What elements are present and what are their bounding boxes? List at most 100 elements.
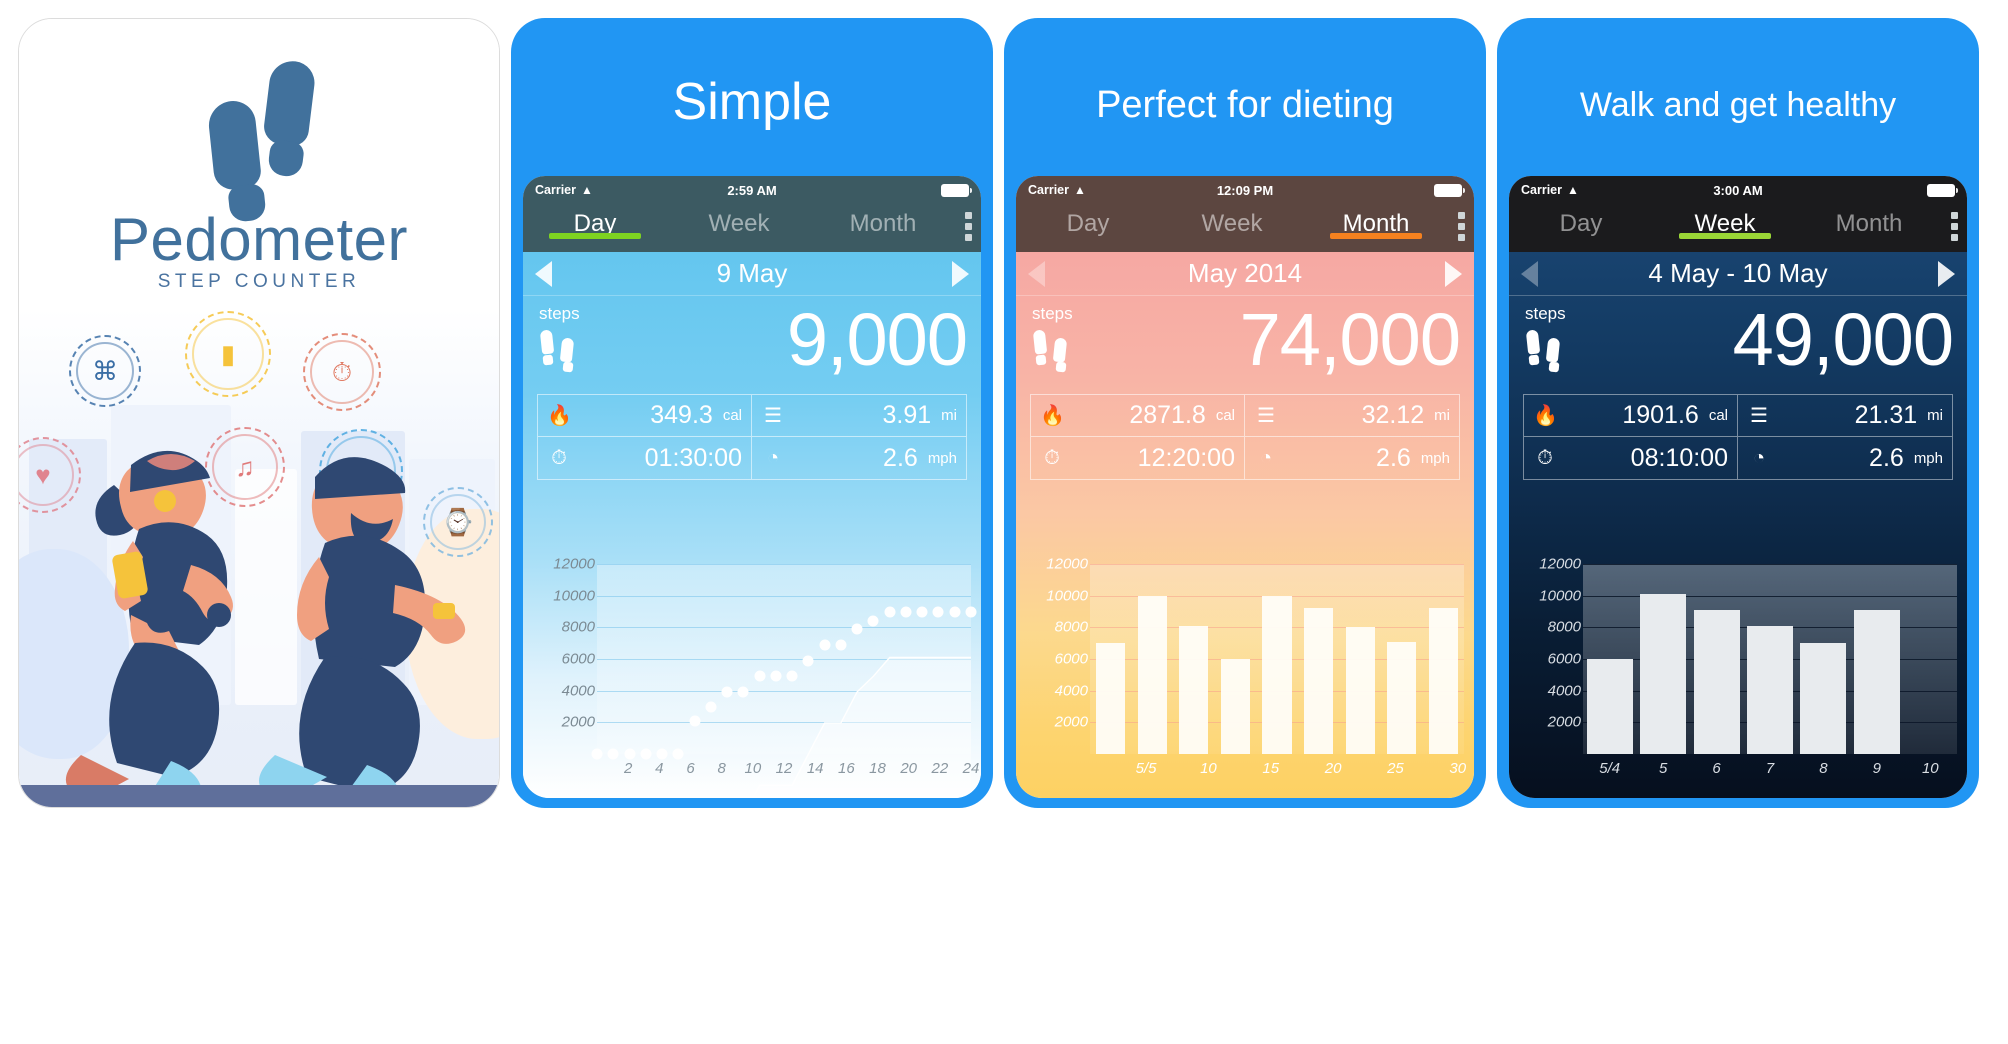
tab-day[interactable]: Day <box>1016 204 1160 238</box>
carrier-label: Carrier <box>535 183 576 197</box>
chart-bar <box>1345 627 1375 754</box>
right-arrow-icon[interactable] <box>952 260 969 287</box>
screen-body: 4 May - 10 May steps 49,000 🔥 1901.6 cal ☰ 21.3… <box>1509 252 1967 798</box>
tab-month[interactable]: Month <box>1304 204 1448 239</box>
chart-bar <box>1304 608 1334 754</box>
footprint-part <box>1052 337 1068 363</box>
step-count-value: 49,000 <box>1732 298 1954 381</box>
ruler-icon: ☰ <box>1750 405 1768 427</box>
x-tick-label: 12 <box>775 760 793 777</box>
y-tick-label: 12000 <box>1539 555 1581 573</box>
date-navigator: 9 May <box>523 252 981 296</box>
chart-data-point <box>884 606 896 617</box>
footprints-icon <box>1032 326 1076 373</box>
metric-flame: 🔥 349.3 cal <box>538 395 752 437</box>
chart-bar <box>1096 643 1126 754</box>
y-tick-label: 10000 <box>1539 587 1581 605</box>
kebab-dot <box>1458 234 1465 241</box>
wifi-icon: ▲ <box>1074 183 1086 197</box>
chart-x-axis: 5/4 5 6 7 8 9 10 <box>1583 760 1957 780</box>
chart-bar <box>1800 643 1847 754</box>
screen-body: May 2014 steps 74,000 🔥 2871.8 cal ☰ 32.12 mi ⏱ 12… <box>1016 252 1474 798</box>
panel-headline: Perfect for dieting <box>1096 84 1394 126</box>
steps-chart: 2000 4000 6000 8000 10000 12000 2 4 6 8 10 12 14 16 18… <box>523 556 981 798</box>
kebab-dot <box>1458 212 1465 219</box>
chart-bar <box>1747 625 1793 754</box>
tab-day[interactable]: Day <box>1509 204 1653 238</box>
app-icon-hero-panel: PedometerSTEP COUNTER ⌘▮⏱♥♫◢⌚ <box>18 18 500 808</box>
chart-gridline <box>1583 564 1957 565</box>
y-tick-label: 6000 <box>1054 650 1088 668</box>
kebab-menu-icon[interactable] <box>1458 212 1465 241</box>
metric-speedometer: ◔ 2.6 mph <box>752 437 966 479</box>
metric-value: 349.3 <box>650 401 713 429</box>
kebab-dot <box>1951 223 1958 230</box>
left-arrow-icon[interactable] <box>535 260 552 287</box>
tab-month[interactable]: Month <box>1797 204 1941 238</box>
step-summary: steps 74,000 <box>1016 296 1474 394</box>
x-tick-label: 5 <box>1658 760 1668 777</box>
chart-x-axis: 2 4 6 8 10 12 14 16 18 20 22 24 <box>597 760 979 780</box>
speedometer-icon: ◔ <box>1752 446 1766 469</box>
footprint-part <box>1548 361 1560 373</box>
metric-value: 08:10:00 <box>1630 443 1728 472</box>
left-arrow-icon[interactable] <box>1028 260 1045 287</box>
x-tick-label: 8 <box>717 760 726 777</box>
tab-label: Week <box>708 210 770 237</box>
footprint-part <box>262 58 317 148</box>
tab-label: Week <box>1201 210 1263 237</box>
y-tick-label: 2000 <box>1547 713 1581 731</box>
y-tick-label: 8000 <box>561 618 595 636</box>
panel-headline: Simple <box>672 73 832 131</box>
chart-x-axis: 5/5 10 15 20 25 30 <box>1090 760 1466 780</box>
tab-label: Month <box>849 210 917 237</box>
chart-data-point <box>721 686 733 698</box>
chart-data-point <box>640 748 652 760</box>
x-tick-label: 8 <box>1819 760 1828 777</box>
chart-bar <box>1262 595 1292 754</box>
chart-data-point <box>949 606 961 617</box>
chart-data-point <box>754 670 766 682</box>
chart-plot-area <box>1583 564 1957 754</box>
x-tick-label: 5/5 <box>1135 760 1157 777</box>
footprint-part <box>562 361 574 373</box>
chart-y-axis: 2000 4000 6000 8000 10000 12000 <box>529 556 595 754</box>
right-arrow-icon[interactable] <box>1938 260 1955 287</box>
tab-week[interactable]: Week <box>667 204 811 238</box>
x-tick-label: 20 <box>1324 760 1342 777</box>
chart-plot-area <box>1090 564 1464 754</box>
left-arrow-icon[interactable] <box>1521 260 1538 287</box>
hero-inner: PedometerSTEP COUNTER ⌘▮⏱♥♫◢⌚ <box>19 19 499 807</box>
tab-bar: Day Week Month <box>1509 204 1967 252</box>
tab-day[interactable]: Day <box>523 204 667 239</box>
y-tick-label: 6000 <box>561 650 595 668</box>
carrier-label: Carrier <box>1521 183 1562 197</box>
metric-unit: cal <box>1708 407 1728 424</box>
panel-headline: Walk and get healthy <box>1579 86 1897 124</box>
footprint-part <box>1055 361 1067 373</box>
kebab-menu-icon[interactable] <box>965 212 972 241</box>
chart-data-point <box>916 606 928 617</box>
chart-y-axis: 2000 4000 6000 8000 10000 12000 <box>1022 556 1088 754</box>
footprint-part <box>1525 329 1541 355</box>
kebab-dot <box>1458 223 1465 230</box>
right-arrow-icon[interactable] <box>1445 260 1462 287</box>
metric-speedometer: ◔ 2.6 mph <box>1245 437 1459 479</box>
chart-gridline <box>1583 595 1957 597</box>
chart-data-point <box>656 748 668 760</box>
tab-month[interactable]: Month <box>811 204 955 238</box>
speedometer-icon: ◔ <box>766 446 780 469</box>
stopwatch-icon: ⏱ <box>1044 446 1060 469</box>
metric-ruler: ☰ 32.12 mi <box>1245 395 1459 437</box>
tab-active-underline <box>548 233 642 239</box>
date-navigator: May 2014 <box>1016 252 1474 296</box>
flame-icon: 🔥 <box>1533 405 1558 427</box>
step-summary: steps 9,000 <box>523 296 981 394</box>
chart-gridline <box>1090 564 1464 565</box>
x-tick-label: 14 <box>806 760 824 777</box>
kebab-menu-icon[interactable] <box>1951 212 1958 241</box>
tab-week[interactable]: Week <box>1653 204 1797 239</box>
tab-week[interactable]: Week <box>1160 204 1304 238</box>
chart-bar <box>1853 609 1900 754</box>
x-tick-label: 25 <box>1387 760 1404 777</box>
